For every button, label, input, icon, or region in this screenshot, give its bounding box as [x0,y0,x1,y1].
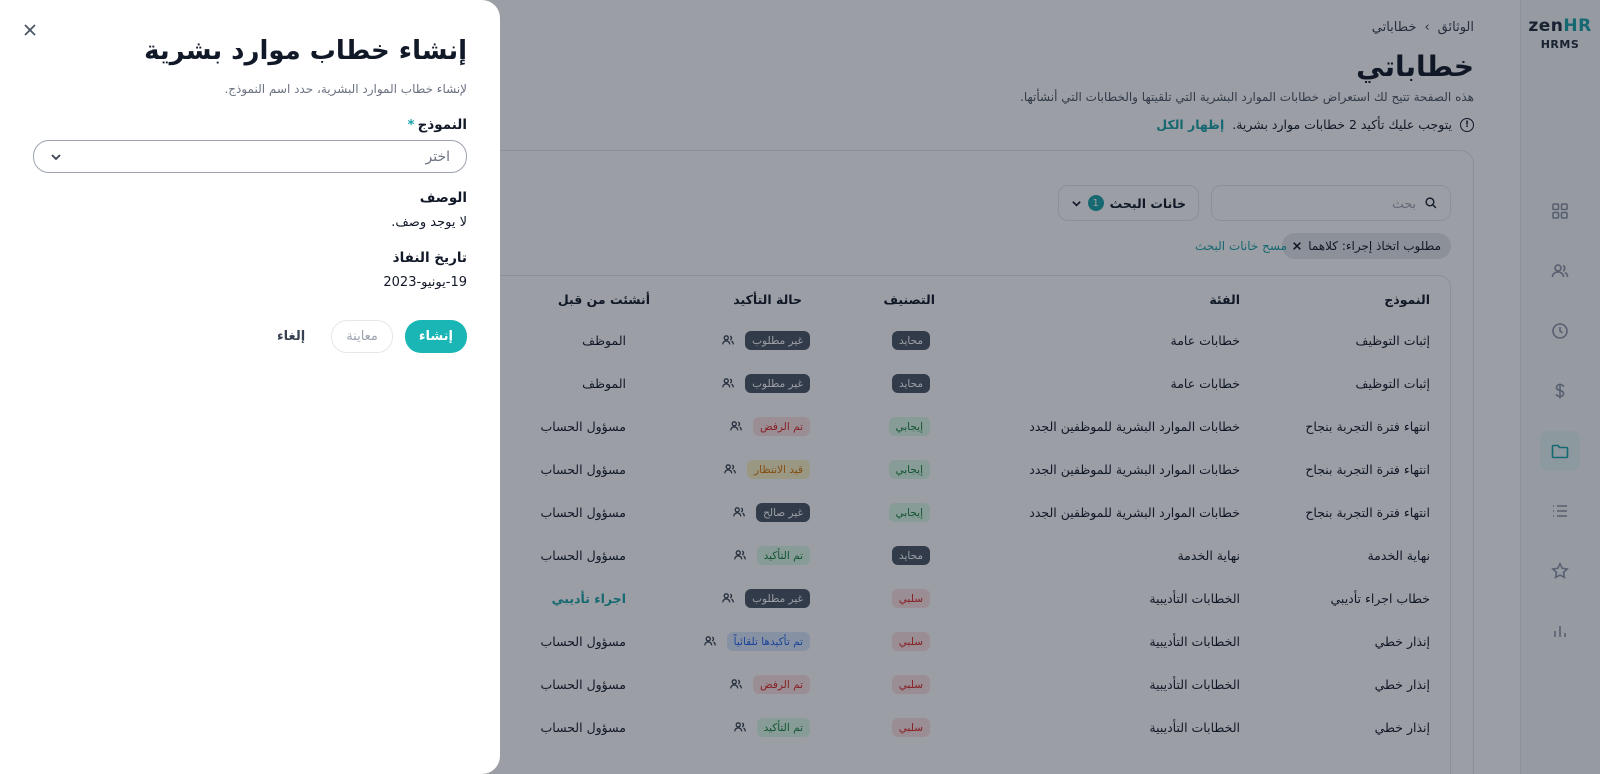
template-field-label: النموذج* [408,117,467,133]
dialog-title: إنشاء خطاب موارد بشرية [144,36,467,66]
effective-date-label: تاريخ النفاذ [392,250,467,266]
close-icon [24,24,36,36]
dialog-subtitle: لإنشاء خطاب الموارد البشرية، حدد اسم الن… [224,82,467,96]
description-value: لا يوجد وصف. [391,215,467,230]
close-dialog-button[interactable] [20,20,40,40]
required-mark: * [407,117,415,133]
template-label-text: النموذج [417,117,467,133]
create-letter-dialog: إنشاء خطاب موارد بشرية لإنشاء خطاب الموا… [0,0,500,774]
chevron-down-icon [51,153,61,160]
preview-button[interactable]: معاينة [331,320,393,353]
template-select-placeholder: اختر [425,148,451,165]
create-button[interactable]: إنشاء [404,320,467,353]
template-select[interactable]: اختر [33,140,467,173]
dialog-actions: إنشاء معاينة إلغاء [263,320,467,353]
description-label: الوصف [419,190,467,206]
cancel-button[interactable]: إلغاء [263,320,319,353]
effective-date-value: 19-يونيو-2023 [383,275,467,290]
